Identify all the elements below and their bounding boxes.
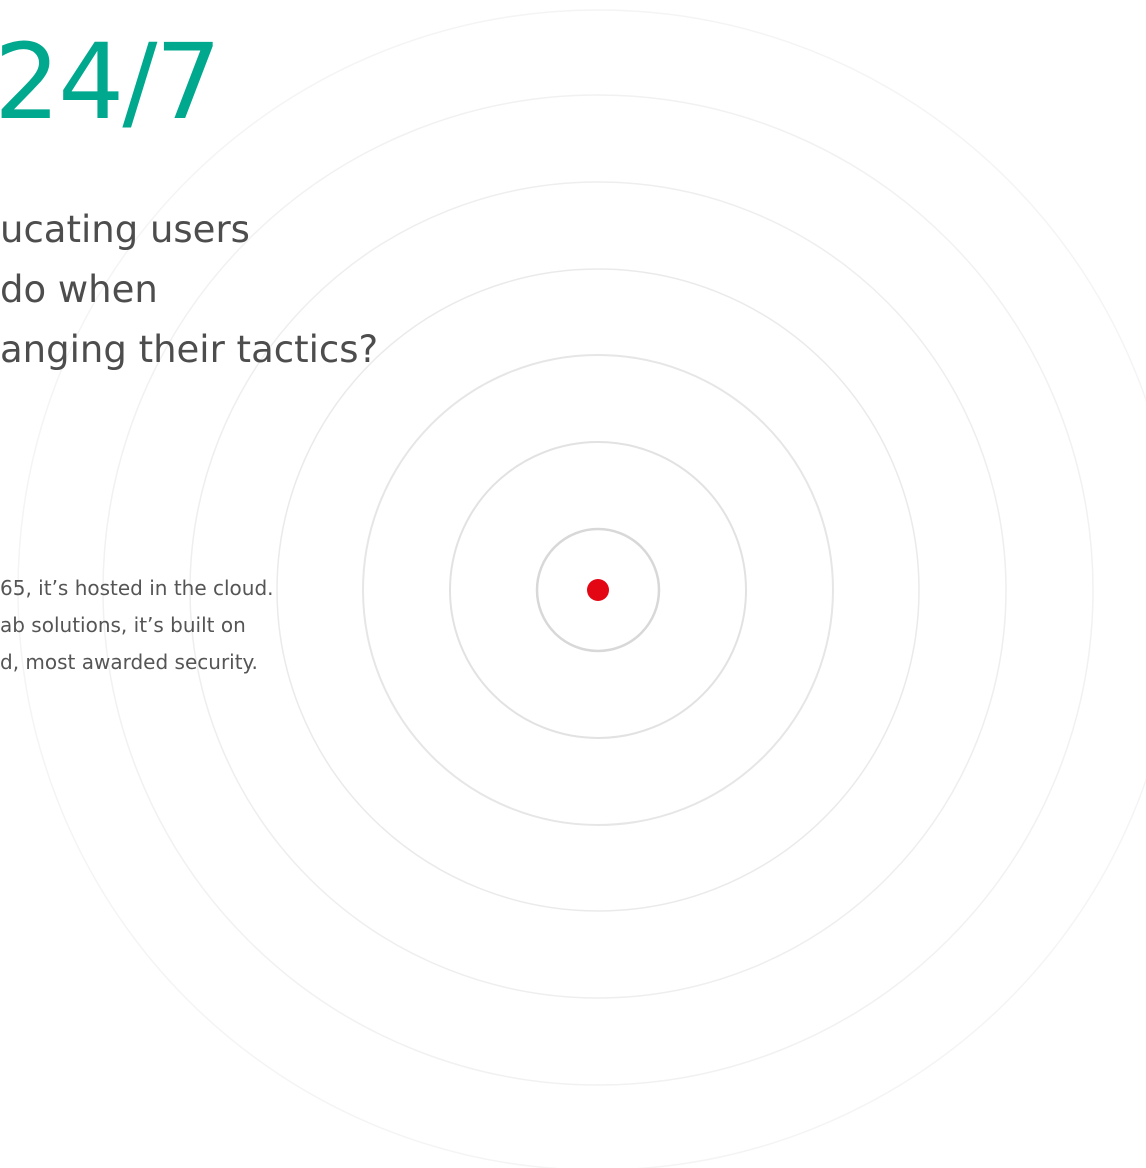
question-line-1: ucating users — [0, 208, 250, 251]
question-line-3: anging their tactics? — [0, 328, 379, 371]
body-paragraph: 65, it’s hosted in the cloud. ab solutio… — [0, 570, 274, 681]
body-line-2: ab solutions, it’s built on — [0, 613, 246, 637]
question-text: ucating users do when anging their tacti… — [0, 200, 378, 380]
body-line-1: 65, it’s hosted in the cloud. — [0, 576, 274, 600]
headline: 24/7 — [0, 21, 222, 143]
question-line-2: do when — [0, 268, 158, 311]
target-dot-icon — [587, 579, 609, 601]
body-line-3: d, most awarded security. — [0, 650, 258, 674]
